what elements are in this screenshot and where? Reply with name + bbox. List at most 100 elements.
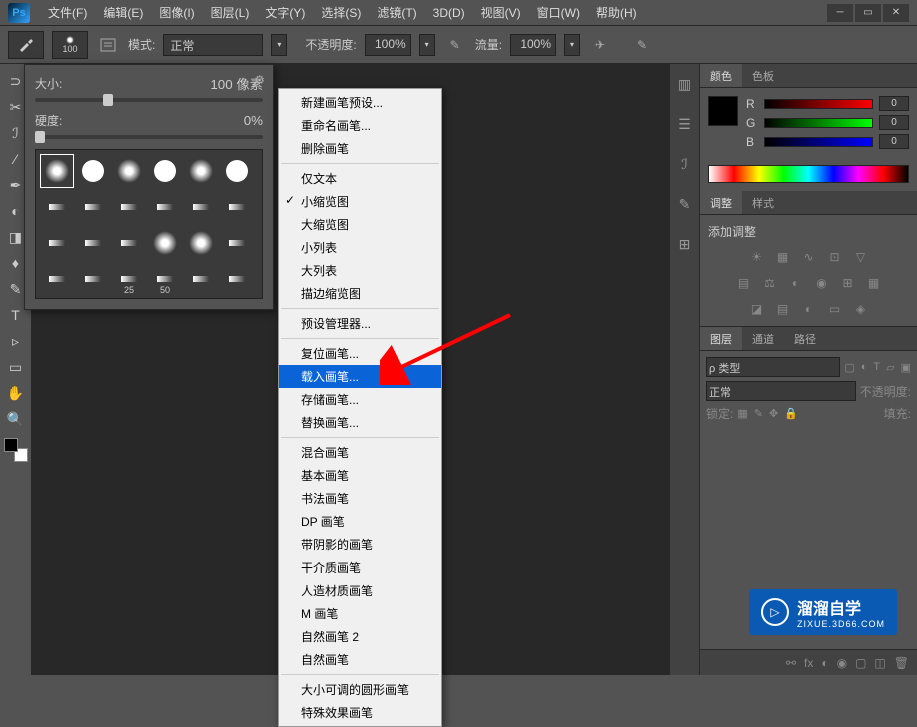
brush-thumb[interactable] <box>40 226 74 260</box>
ctx-calligraphic-brushes[interactable]: 书法画笔 <box>279 487 441 510</box>
ctx-large-thumb[interactable]: 大缩览图 <box>279 213 441 236</box>
history-panel-icon[interactable]: ▥ <box>675 74 695 94</box>
link-layers-icon[interactable]: ⚯ <box>786 656 796 670</box>
brush-thumb[interactable] <box>148 226 182 260</box>
mode-dropdown-arrow[interactable]: ▾ <box>271 34 287 56</box>
ctx-mixed-brushes[interactable]: 混合画笔 <box>279 441 441 464</box>
invert-icon[interactable]: ◪ <box>747 300 767 318</box>
styles-tab[interactable]: 样式 <box>742 191 784 214</box>
brush-thumb[interactable] <box>40 262 74 296</box>
ctx-m-brushes[interactable]: M 画笔 <box>279 602 441 625</box>
ctx-replace-brushes[interactable]: 替换画笔... <box>279 411 441 434</box>
filter-adjust-icon[interactable]: ◐ <box>861 361 868 373</box>
adjustments-tab[interactable]: 调整 <box>700 191 742 214</box>
minimize-button[interactable]: ─ <box>827 4 853 22</box>
clone-panel-icon[interactable]: ⊞ <box>675 234 695 254</box>
ctx-preset-manager[interactable]: 预设管理器... <box>279 312 441 335</box>
ctx-basic-brushes[interactable]: 基本画笔 <box>279 464 441 487</box>
gear-icon[interactable]: ⚙ <box>254 73 265 87</box>
menu-edit[interactable]: 编辑(E) <box>95 0 151 25</box>
brush-thumb[interactable] <box>148 190 182 224</box>
vibrance-icon[interactable]: ▽ <box>851 248 871 266</box>
posterize-icon[interactable]: ▤ <box>773 300 793 318</box>
brush-thumb[interactable] <box>76 262 110 296</box>
hardness-slider[interactable] <box>35 135 263 139</box>
brush-thumb[interactable] <box>40 190 74 224</box>
delete-layer-icon[interactable]: 🗑 <box>894 656 909 670</box>
ctx-round-brushes[interactable]: 大小可调的圆形画笔 <box>279 678 441 701</box>
menu-layer[interactable]: 图层(L) <box>203 0 258 25</box>
airbrush-icon[interactable]: ✈ <box>588 33 612 57</box>
hand-tool[interactable]: ✋ <box>2 381 30 405</box>
brush-thumb[interactable] <box>40 154 74 188</box>
brush-thumb[interactable] <box>184 226 218 260</box>
new-layer-icon[interactable]: ◫ <box>874 656 885 670</box>
brush-thumb[interactable] <box>112 154 146 188</box>
layer-fx-icon[interactable]: fx <box>804 656 813 670</box>
exposure-icon[interactable]: ⊡ <box>825 248 845 266</box>
lock-paint-icon[interactable]: ✎ <box>754 407 763 420</box>
levels-icon[interactable]: ▦ <box>773 248 793 266</box>
filter-smart-icon[interactable]: ▣ <box>901 361 911 374</box>
selective-icon[interactable]: ◈ <box>851 300 871 318</box>
flow-input[interactable]: 100% <box>510 34 556 56</box>
ctx-delete-brush[interactable]: 删除画笔 <box>279 137 441 160</box>
ctx-stroke-thumb[interactable]: 描边缩览图 <box>279 282 441 305</box>
ctx-small-list[interactable]: 小列表 <box>279 236 441 259</box>
color-swatch-tool[interactable] <box>4 438 28 462</box>
lock-transparent-icon[interactable]: ▦ <box>737 407 747 420</box>
b-slider[interactable] <box>764 137 873 147</box>
brush-thumb[interactable] <box>184 190 218 224</box>
lookup-icon[interactable]: ▦ <box>864 274 884 292</box>
mixer-icon[interactable]: ⊞ <box>838 274 858 292</box>
color-tab[interactable]: 颜色 <box>700 64 742 87</box>
properties-panel-icon[interactable]: ☰ <box>675 114 695 134</box>
swatches-tab[interactable]: 色板 <box>742 64 784 87</box>
lock-all-icon[interactable]: 🔒 <box>784 407 798 420</box>
channels-tab[interactable]: 通道 <box>742 327 784 350</box>
ctx-faux-finish-brushes[interactable]: 人造材质画笔 <box>279 579 441 602</box>
g-value[interactable]: 0 <box>879 115 909 130</box>
filter-type-icon[interactable]: T <box>873 361 880 373</box>
ctx-shadow-brushes[interactable]: 带阴影的画笔 <box>279 533 441 556</box>
path-select-tool[interactable]: ▹ <box>2 329 30 353</box>
blend-mode-select[interactable]: 正常 <box>163 34 263 56</box>
zoom-tool[interactable]: 🔍 <box>2 407 30 431</box>
ctx-natural-brushes-2[interactable]: 自然画笔 2 <box>279 625 441 648</box>
balance-icon[interactable]: ⚖ <box>760 274 780 292</box>
brush-thumb[interactable] <box>76 154 110 188</box>
lock-move-icon[interactable]: ✥ <box>769 407 778 420</box>
hardness-input[interactable] <box>203 113 263 128</box>
layer-blend-mode[interactable]: 正常 <box>706 381 856 401</box>
brush-presets-panel-icon[interactable]: ✎ <box>675 194 695 214</box>
brush-thumb[interactable] <box>220 190 254 224</box>
menu-window[interactable]: 窗口(W) <box>529 0 588 25</box>
ctx-small-thumb[interactable]: ✓小缩览图 <box>279 190 441 213</box>
photo-filter-icon[interactable]: ◉ <box>812 274 832 292</box>
color-spectrum[interactable] <box>708 165 909 183</box>
opacity-dropdown-arrow[interactable]: ▾ <box>419 34 435 56</box>
close-button[interactable]: ✕ <box>883 4 909 22</box>
filter-image-icon[interactable]: ▢ <box>844 361 854 374</box>
menu-3d[interactable]: 3D(D) <box>425 2 473 24</box>
new-group-icon[interactable]: ▢ <box>855 656 866 670</box>
ctx-natural-brushes[interactable]: 自然画笔 <box>279 648 441 671</box>
ctx-new-brush-preset[interactable]: 新建画笔预设... <box>279 91 441 114</box>
curves-icon[interactable]: ∿ <box>799 248 819 266</box>
shape-tool[interactable]: ▭ <box>2 355 30 379</box>
brush-thumb[interactable] <box>112 190 146 224</box>
brightness-icon[interactable]: ☀ <box>747 248 767 266</box>
ctx-load-brushes[interactable]: 载入画笔... <box>279 365 441 388</box>
foreground-color-swatch[interactable] <box>708 96 738 126</box>
b-value[interactable]: 0 <box>879 134 909 149</box>
ctx-save-brushes[interactable]: 存储画笔... <box>279 388 441 411</box>
layer-mask-icon[interactable]: ◐ <box>821 656 828 670</box>
paths-tab[interactable]: 路径 <box>784 327 826 350</box>
threshold-icon[interactable]: ◐ <box>799 300 819 318</box>
tool-preset-picker[interactable] <box>8 31 44 59</box>
ctx-special-effect-brushes[interactable]: 特殊效果画笔 <box>279 701 441 724</box>
menu-file[interactable]: 文件(F) <box>40 0 95 25</box>
hue-icon[interactable]: ▤ <box>734 274 754 292</box>
layers-tab[interactable]: 图层 <box>700 327 742 350</box>
brush-thumb[interactable] <box>220 154 254 188</box>
